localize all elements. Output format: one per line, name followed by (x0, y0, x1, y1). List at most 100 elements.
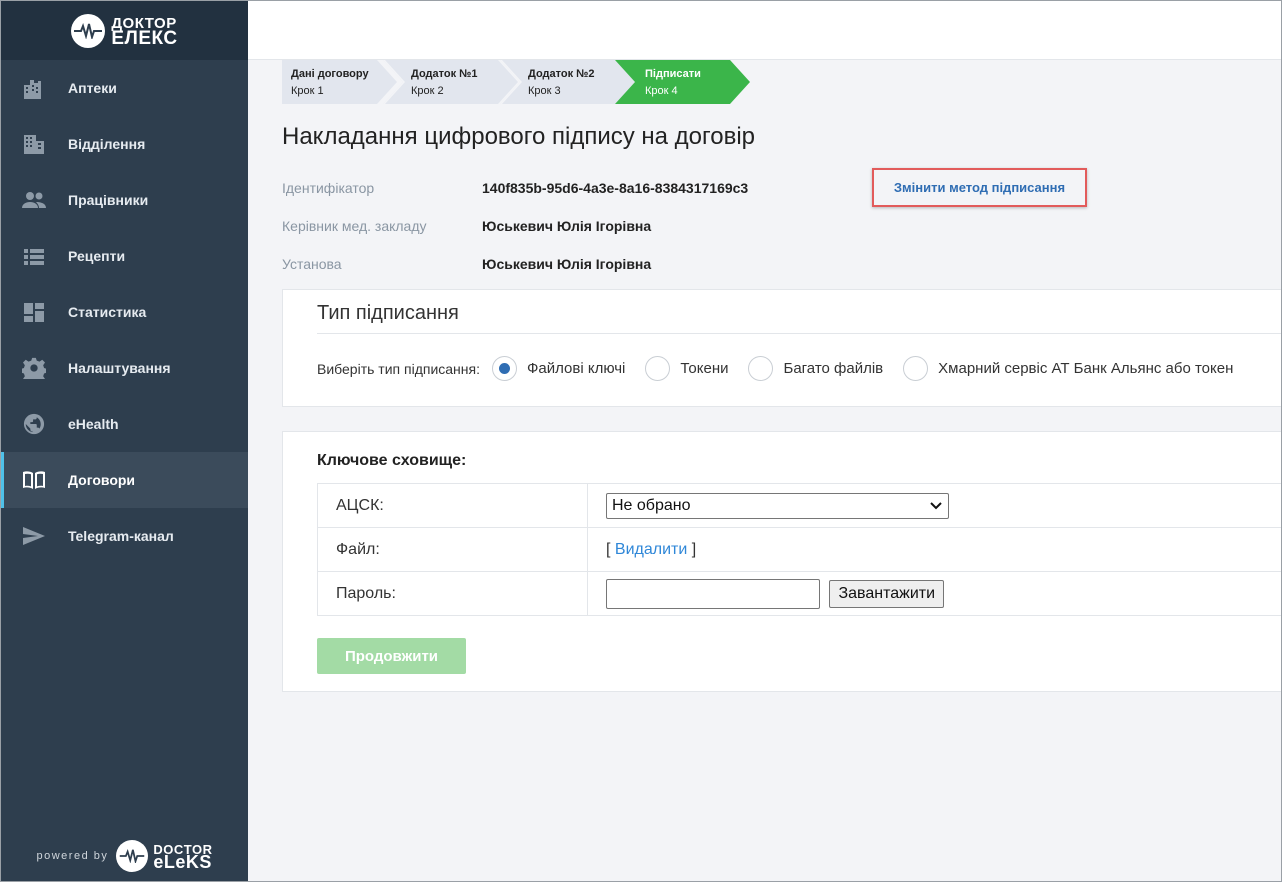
head-value: Юськевич Юлія Ігорівна (482, 218, 652, 234)
radio-tokens[interactable]: Токени (645, 356, 728, 381)
step-1-text: Дані договору Крок 1 (291, 66, 369, 100)
step-2-text: Додаток №1 Крок 2 (411, 66, 478, 100)
radio-label: Багато файлів (783, 360, 884, 377)
radio-circle[interactable] (645, 356, 671, 381)
radio-label: Файлові ключі (526, 360, 626, 377)
table-row: Файл: [ Видалити ] (317, 527, 1281, 572)
sidebar-item-employees[interactable]: Працівники (1, 172, 248, 228)
sign-type-options: Виберіть тип підписання: Файлові ключі Т… (317, 356, 1253, 381)
step-title: Додаток №2 (528, 68, 595, 80)
gear-icon (21, 357, 47, 379)
powered-logo: DOCTOR eLeKS (116, 839, 212, 872)
globe-icon (21, 413, 47, 435)
divider (317, 333, 1281, 334)
table-row: Пароль: Завантажити (317, 571, 1281, 616)
step-title: Підписати (645, 68, 701, 80)
heartbeat-logo-icon (116, 839, 149, 872)
change-sign-method-link[interactable]: Змінити метод підписання (872, 168, 1087, 207)
radio-circle[interactable] (748, 356, 774, 381)
app-window: ДОКТОР ЕЛЕКС Аптеки Відділення Працівник… (0, 0, 1282, 882)
sign-type-panel: Тип підписання Виберіть тип підписання: … (282, 289, 1281, 407)
acsk-label: АЦСК: (317, 483, 588, 528)
acsk-cell: Не обрано (587, 483, 1281, 528)
keystore-panel: Ключове сховище: АЦСК: Не обрано Файл: [… (282, 431, 1281, 692)
sidebar-item-label: Аптеки (68, 80, 117, 96)
heartbeat-logo-icon (71, 13, 106, 48)
organization-label: Установа (282, 256, 342, 272)
step-sub: Крок 1 (291, 85, 324, 97)
acsk-select-value: Не обрано (612, 496, 691, 514)
keystore-table: АЦСК: Не обрано Файл: [ Видалити ] Парол… (317, 483, 1281, 616)
logo-bar: ДОКТОР ЕЛЕКС (1, 1, 248, 60)
step-title: Дані договору (291, 68, 369, 80)
sidebar-item-label: Відділення (68, 136, 146, 152)
chevron-down-icon (930, 501, 942, 509)
file-label: Файл: (317, 527, 588, 572)
top-header (248, 1, 1281, 60)
powered-by: powered by DOCTOR eLeKS (1, 828, 248, 881)
step-title: Додаток №1 (411, 68, 478, 80)
step-2[interactable]: Додаток №1 Крок 2 (383, 60, 518, 104)
radio-file-keys[interactable]: Файлові ключі (491, 356, 626, 381)
sidebar-item-label: Рецепти (68, 248, 126, 264)
radio-circle[interactable] (903, 356, 929, 381)
radio-cloud-service[interactable]: Хмарний сервіс АТ Банк Альянс або токен (903, 356, 1233, 381)
sign-type-title: Тип підписання (317, 302, 459, 324)
delete-file-link[interactable]: Видалити (615, 541, 687, 558)
dashboard-icon (21, 301, 47, 323)
file-cell: [ Видалити ] (587, 527, 1281, 572)
sidebar: ДОКТОР ЕЛЕКС Аптеки Відділення Працівник… (1, 1, 248, 881)
office-icon (21, 133, 47, 155)
bracket-open: [ (606, 540, 611, 558)
identifier-label: Ідентифікатор (282, 180, 375, 196)
radio-dot (498, 363, 510, 374)
sign-type-prompt: Виберіть тип підписання: (317, 360, 480, 377)
radio-label: Токени (680, 360, 729, 377)
send-icon (21, 525, 47, 547)
step-sub: Крок 3 (528, 85, 561, 97)
sidebar-item-label: eHealth (68, 416, 119, 432)
sidebar-item-statistics[interactable]: Статистика (1, 284, 248, 340)
sidebar-item-label: Telegram-канал (68, 528, 174, 544)
table-row: АЦСК: Не обрано (317, 483, 1281, 528)
book-icon (21, 469, 47, 491)
powered-by-text: powered by (36, 849, 109, 862)
sidebar-item-pharmacies[interactable]: Аптеки (1, 60, 248, 116)
upload-button[interactable]: Завантажити (829, 579, 945, 608)
step-sub: Крок 2 (411, 85, 444, 97)
step-4-text: Підписати Крок 4 (645, 66, 701, 100)
page-title: Накладання цифрового підпису на договір (282, 123, 756, 150)
sidebar-item-ehealth[interactable]: eHealth (1, 396, 248, 452)
organization-value: Юськевич Юлія Ігорівна (482, 256, 652, 272)
keystore-title: Ключове сховище: (317, 452, 467, 469)
people-icon (21, 189, 47, 211)
bracket-close: ] (691, 540, 697, 558)
step-3-text: Додаток №2 Крок 3 (528, 66, 595, 100)
sidebar-item-label: Статистика (68, 304, 147, 320)
sidebar-item-contracts[interactable]: Договори (1, 452, 248, 508)
sidebar-item-settings[interactable]: Налаштування (1, 340, 248, 396)
list-icon (21, 245, 47, 267)
radio-label: Хмарний сервіс АТ Банк Альянс або токен (938, 360, 1234, 377)
step-1[interactable]: Дані договору Крок 1 (282, 60, 397, 104)
sidebar-item-prescriptions[interactable]: Рецепти (1, 228, 248, 284)
password-input[interactable] (606, 578, 820, 609)
sidebar-item-departments[interactable]: Відділення (1, 116, 248, 172)
head-label: Керівник мед. закладу (282, 218, 427, 234)
acsk-select[interactable]: Не обрано (606, 492, 949, 519)
sidebar-item-label: Налаштування (68, 360, 171, 376)
powered-logo-text: DOCTOR eLeKS (153, 843, 212, 872)
sidebar-nav: Аптеки Відділення Працівники Рецепти Ста… (1, 60, 248, 564)
brand-logo[interactable]: ДОКТОР ЕЛЕКС (71, 13, 178, 49)
continue-button[interactable]: Продовжити (317, 638, 466, 674)
identifier-value: 140f835b-95d6-4a3e-8a16-8384317169c3 (482, 180, 749, 196)
powered-line2: eLeKS (153, 851, 212, 872)
sidebar-item-label: Договори (68, 472, 136, 488)
radio-many-files[interactable]: Багато файлів (748, 356, 883, 381)
password-label: Пароль: (317, 571, 588, 616)
logo-text: ДОКТОР ЕЛЕКС (111, 16, 178, 49)
step-4[interactable]: Підписати Крок 4 (615, 60, 750, 104)
sidebar-item-telegram[interactable]: Telegram-канал (1, 508, 248, 564)
radio-circle-selected[interactable] (491, 356, 517, 381)
logo-line2: ЕЛЕКС (111, 27, 178, 49)
